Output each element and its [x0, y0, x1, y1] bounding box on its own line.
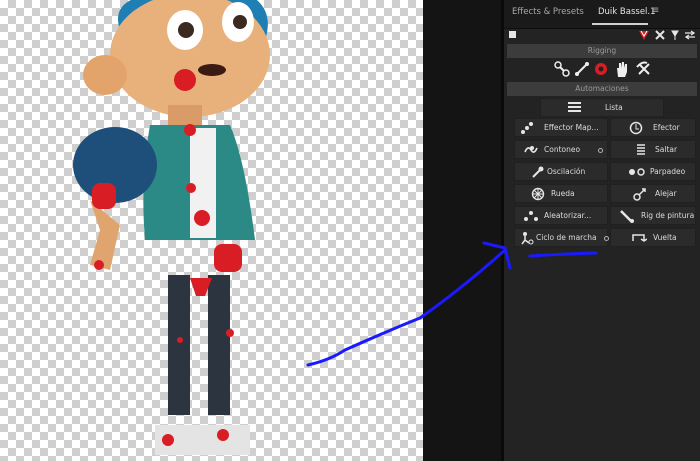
- swap-arrows-icon[interactable]: [684, 30, 696, 40]
- composition-viewer[interactable]: [0, 0, 423, 461]
- active-tab-indicator: [592, 23, 648, 25]
- turn-label: Vuelta: [653, 233, 677, 242]
- randomize-icon: [524, 211, 538, 221]
- bone-icon[interactable]: [554, 61, 570, 77]
- blink-button[interactable]: Parpadeo: [610, 162, 696, 181]
- wiggle-option-dot[interactable]: [598, 148, 603, 153]
- wheel-button[interactable]: Rueda: [514, 184, 608, 203]
- effector-map-label: Effector Map...: [544, 123, 599, 132]
- paint-rig-button[interactable]: Rig de pintura: [610, 206, 696, 225]
- rigging-tools: [504, 59, 700, 81]
- walk-cycle-icon: [521, 232, 534, 245]
- jump-label: Saltar: [655, 145, 678, 154]
- blink-icon: [629, 168, 645, 176]
- list-icon: [568, 102, 581, 112]
- wheel-icon: [531, 187, 545, 201]
- oscillation-label: Oscilación: [547, 167, 586, 176]
- list-button-label: Lista: [605, 103, 623, 112]
- effector-map-button[interactable]: Effector Map...: [514, 118, 608, 137]
- move-away-button[interactable]: Alejar: [610, 184, 696, 203]
- pin-icon[interactable]: [670, 30, 680, 40]
- hand-icon[interactable]: [614, 60, 630, 78]
- effector-label: Efector: [653, 123, 680, 132]
- oscillation-icon: [532, 166, 544, 178]
- panel-tab-bar: Effects & Presets Duik Bassel.1 ≡: [504, 0, 700, 29]
- effector-icon: [629, 121, 643, 135]
- turn-icon: [632, 234, 647, 242]
- wiggle-button[interactable]: Contoneo: [514, 140, 608, 159]
- effector-map-icon: [521, 122, 533, 134]
- close-icon[interactable]: [655, 30, 665, 40]
- turn-button[interactable]: Vuelta: [610, 228, 696, 247]
- blink-label: Parpadeo: [650, 167, 686, 176]
- rigging-section-header: Rigging: [507, 44, 697, 58]
- jump-button[interactable]: Saltar: [610, 140, 696, 159]
- panel-toolbar: [504, 28, 700, 42]
- pick-tool-icon[interactable]: [636, 61, 652, 77]
- effector-button[interactable]: Efector: [610, 118, 696, 137]
- move-away-icon: [633, 188, 646, 201]
- gear-icon[interactable]: [593, 61, 609, 77]
- wiggle-icon: [524, 146, 538, 153]
- wiggle-label: Contoneo: [544, 145, 581, 154]
- layer-icon[interactable]: [509, 31, 517, 39]
- character-illustration: [73, 0, 270, 455]
- duik-panel: Effects & Presets Duik Bassel.1 ≡ Riggin…: [504, 0, 700, 461]
- paint-rig-label: Rig de pintura: [641, 211, 695, 220]
- automations-section-header: Automaciones: [507, 82, 697, 96]
- link-icon[interactable]: [574, 61, 590, 77]
- oscillation-button[interactable]: Oscilación: [514, 162, 608, 181]
- viewer-margin: [423, 0, 501, 461]
- randomize-button[interactable]: Aleatorizar...: [514, 206, 608, 225]
- duik-logo-icon[interactable]: [638, 29, 650, 41]
- randomize-label: Aleatorizar...: [544, 211, 592, 220]
- walk-cycle-option-dot[interactable]: [604, 236, 609, 241]
- walk-cycle-button[interactable]: Ciclo de marcha: [514, 228, 609, 247]
- walk-cycle-label: Ciclo de marcha: [536, 233, 597, 242]
- paint-rig-icon: [620, 210, 634, 223]
- move-away-label: Alejar: [655, 189, 677, 198]
- list-button[interactable]: Lista: [540, 98, 664, 117]
- spring-icon: [637, 144, 645, 155]
- panel-menu-icon[interactable]: ≡: [651, 5, 659, 16]
- tab-duik-bassel[interactable]: Duik Bassel.1: [598, 7, 656, 17]
- wheel-label: Rueda: [551, 189, 575, 198]
- tab-effects-presets[interactable]: Effects & Presets: [512, 7, 584, 17]
